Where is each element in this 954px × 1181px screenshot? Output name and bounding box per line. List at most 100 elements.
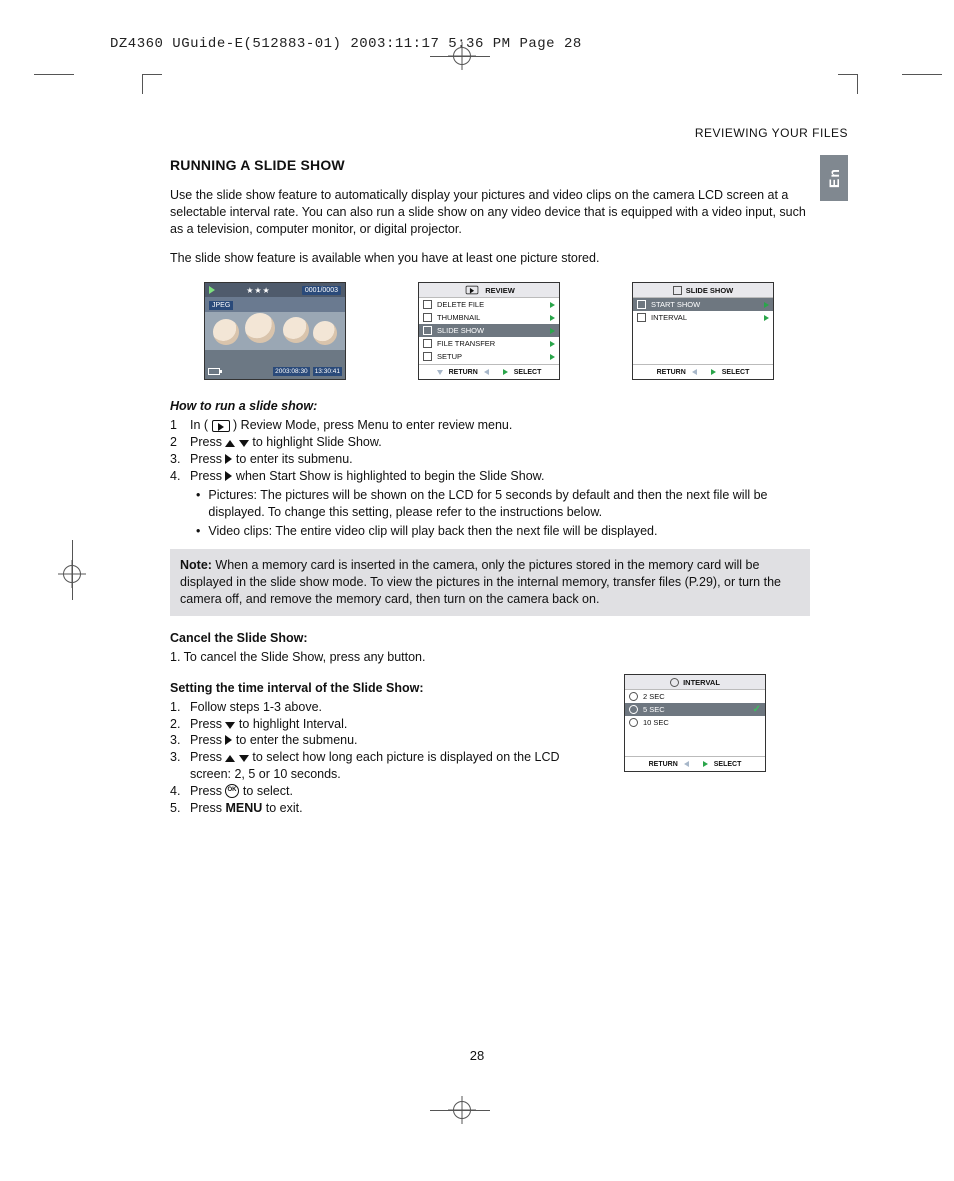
right-arrow-icon [550, 354, 555, 360]
clock-icon [670, 678, 679, 687]
left-arrow-icon [692, 369, 697, 375]
crop-mark-icon [430, 56, 490, 57]
menu-item-empty [625, 742, 765, 755]
menu-item: SETUP [419, 350, 559, 363]
clock-icon [629, 705, 638, 714]
menu-item: 10 SEC [625, 716, 765, 729]
intro-paragraph-1: Use the slide show feature to automatica… [170, 187, 810, 238]
menu-item-empty [625, 729, 765, 742]
step-item: 3.Press to enter the submenu. [170, 732, 600, 749]
step-item: 1.Follow steps 1-3 above. [170, 699, 600, 716]
language-tab-label: En [826, 168, 842, 188]
play-icon [466, 286, 479, 294]
menu-item-selected: START SHOW [633, 298, 773, 311]
down-arrow-icon [239, 755, 249, 762]
menu-item: INTERVAL [633, 311, 773, 324]
menu-item: 2 SEC [625, 690, 765, 703]
file-counter: 0001/0003 [302, 286, 341, 295]
trash-icon [423, 300, 432, 309]
menu-item-empty [633, 337, 773, 350]
page-number: 28 [470, 1048, 484, 1063]
step-item: 5.Press MENU to exit. [170, 800, 600, 817]
clock-icon [629, 718, 638, 727]
clock-icon [637, 313, 646, 322]
note-label: Note: [180, 558, 212, 572]
up-arrow-icon [225, 440, 235, 447]
note-box: Note: When a memory card is inserted in … [170, 549, 810, 616]
page-title: RUNNING A SLIDE SHOW [170, 156, 810, 175]
play-icon [209, 286, 215, 294]
cancel-step: 1. To cancel the Slide Show, press any b… [170, 649, 810, 666]
menu-item: DELETE FILE [419, 298, 559, 311]
howto-heading: How to run a slide show: [170, 398, 810, 415]
step-item: 4.Press to select. [170, 783, 600, 800]
step-item: 3.Press to select how long each picture … [170, 749, 600, 783]
right-arrow-icon [225, 735, 232, 745]
grid-icon [423, 313, 432, 322]
right-arrow-icon [225, 471, 232, 481]
bullet-item: Pictures: The pictures will be shown on … [196, 487, 810, 521]
menu-item-empty [633, 324, 773, 337]
note-text: When a memory card is inserted in the ca… [180, 558, 781, 606]
down-arrow-icon [239, 440, 249, 447]
menu-title: INTERVAL [683, 678, 720, 687]
lcd-photo-review: ★★★ 0001/0003 JPEG 2003:08:3013:30:41 [204, 282, 346, 380]
intro-paragraph-2: The slide show feature is available when… [170, 250, 810, 267]
step-item: 2.Press to highlight Interval. [170, 716, 600, 733]
lcd-interval-figure: INTERVAL 2 SEC 5 SEC✓ 10 SEC RETURN SELE… [624, 674, 766, 772]
menu-item-selected: SLIDE SHOW [419, 324, 559, 337]
start-icon [637, 300, 646, 309]
crop-mark-icon [902, 74, 942, 75]
right-arrow-icon [503, 369, 508, 375]
slideshow-icon [673, 286, 682, 295]
crop-mark-icon [72, 540, 73, 600]
menu-item-empty [633, 350, 773, 363]
transfer-icon [423, 339, 432, 348]
bullet-item: Video clips: The entire video clip will … [196, 523, 810, 540]
step-item: 4.Press when Start Show is highlighted t… [170, 468, 810, 485]
left-arrow-icon [484, 369, 489, 375]
print-job-header: DZ4360 UGuide-E(512883-01) 2003:11:17 5:… [110, 36, 582, 52]
step-item: 2Press to highlight Slide Show. [170, 434, 810, 451]
lcd-figures-row: ★★★ 0001/0003 JPEG 2003:08:3013:30:41 RE… [204, 282, 774, 380]
cancel-heading: Cancel the Slide Show: [170, 630, 810, 647]
battery-icon [208, 368, 220, 375]
menu-item-selected: 5 SEC✓ [625, 703, 765, 716]
play-icon [212, 420, 230, 432]
crop-mark-icon [430, 1110, 490, 1111]
crop-mark-icon [838, 74, 858, 94]
lcd-review-menu: REVIEW DELETE FILE THUMBNAIL SLIDE SHOW … [418, 282, 560, 380]
setinterval-steps: 1.Follow steps 1-3 above. 2.Press to hig… [170, 699, 600, 817]
right-arrow-icon [550, 341, 555, 347]
right-arrow-icon [764, 302, 769, 308]
menu-title: REVIEW [485, 286, 515, 295]
right-arrow-icon [225, 454, 232, 464]
down-arrow-icon [225, 722, 235, 729]
crop-mark-icon [34, 74, 74, 75]
check-icon: ✓ [753, 704, 761, 715]
clock-icon [629, 692, 638, 701]
running-header: REVIEWING YOUR FILES [695, 126, 848, 140]
crop-mark-icon [142, 74, 162, 94]
page: DZ4360 UGuide-E(512883-01) 2003:11:17 5:… [0, 0, 954, 1181]
right-arrow-icon [764, 315, 769, 321]
step-item: 3.Press to enter its submenu. [170, 451, 810, 468]
right-arrow-icon [711, 369, 716, 375]
setup-icon [423, 352, 432, 361]
menu-item: FILE TRANSFER [419, 337, 559, 350]
ok-icon [225, 784, 239, 798]
right-arrow-icon [550, 328, 555, 334]
right-arrow-icon [703, 761, 708, 767]
slideshow-icon [423, 326, 432, 335]
howto-bullets: Pictures: The pictures will be shown on … [196, 487, 810, 540]
right-arrow-icon [550, 315, 555, 321]
lcd-interval-menu: INTERVAL 2 SEC 5 SEC✓ 10 SEC RETURN SELE… [624, 674, 766, 772]
language-tab: En [820, 155, 848, 201]
photo-thumbnail [205, 297, 345, 365]
timestamp: 2003:08:3013:30:41 [273, 367, 342, 376]
left-arrow-icon [684, 761, 689, 767]
lcd-slideshow-menu: SLIDE SHOW START SHOW INTERVAL RETURN SE… [632, 282, 774, 380]
down-arrow-icon [437, 370, 443, 375]
menu-title: SLIDE SHOW [686, 286, 734, 295]
right-arrow-icon [550, 302, 555, 308]
